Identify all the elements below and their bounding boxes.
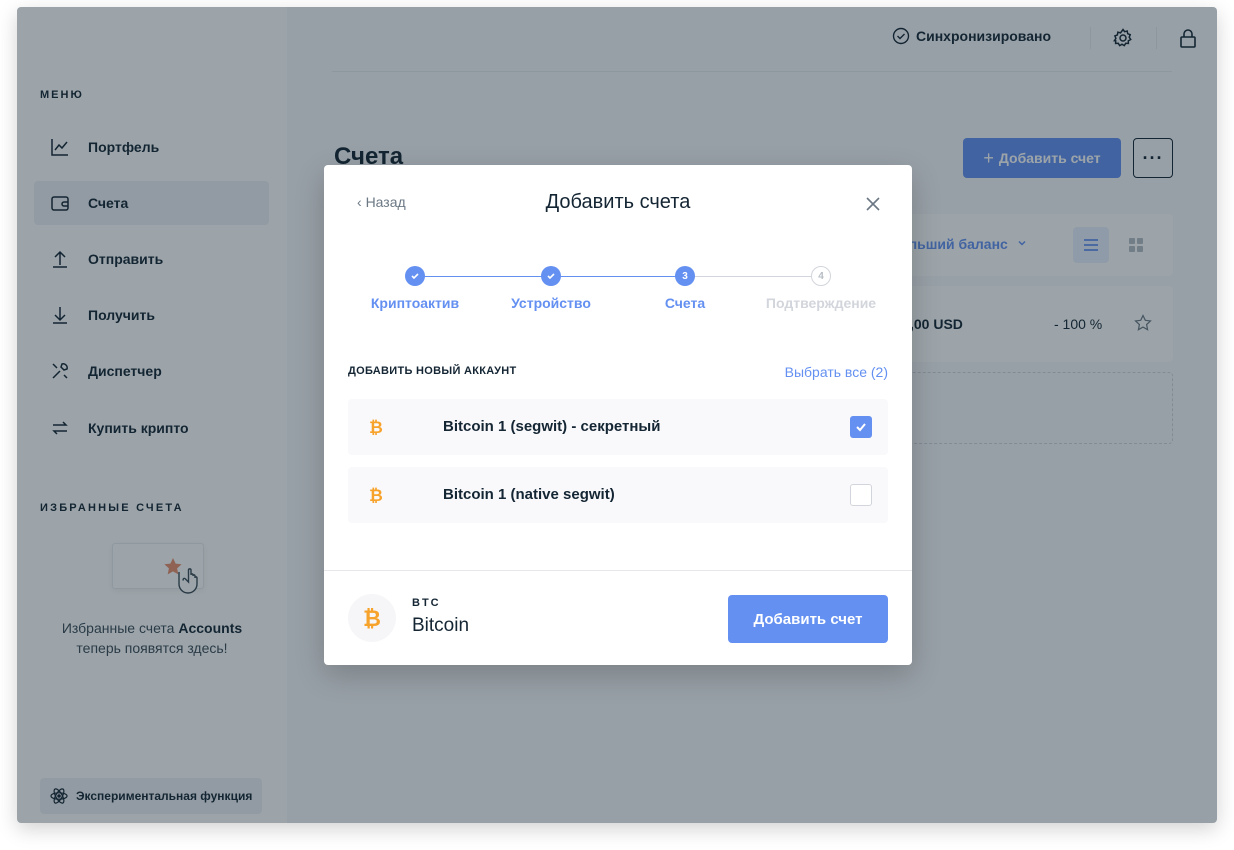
section-title: ДОБАВИТЬ НОВЫЙ АККАУНТ <box>348 365 517 377</box>
bitcoin-icon: ₿ <box>363 607 381 631</box>
bitcoin-icon: ₿ <box>369 418 383 437</box>
confirm-add-account-button[interactable]: Добавить счет <box>728 595 888 643</box>
step-3-dot: 3 <box>675 266 695 286</box>
account-option-row[interactable]: ₿ Bitcoin 1 (native segwit) <box>348 467 888 523</box>
step-3-label: Счета <box>664 295 706 311</box>
check-icon <box>411 273 419 280</box>
currency-ticker: BTC <box>412 597 441 609</box>
check-icon <box>856 423 866 432</box>
step-2-dot <box>541 266 561 286</box>
step-2-label: Устройство <box>511 295 591 311</box>
step-4-dot: 4 <box>811 266 831 286</box>
step-4-label: Подтверждение <box>765 295 877 311</box>
svg-text:₿: ₿ <box>363 607 381 631</box>
account-option-name: Bitcoin 1 (native segwit) <box>443 486 615 503</box>
close-icon[interactable] <box>864 195 882 213</box>
svg-text:₿: ₿ <box>369 418 383 437</box>
account-option-row[interactable]: ₿ Bitcoin 1 (segwit) - секретный <box>348 399 888 455</box>
currency-name: Bitcoin <box>412 615 470 636</box>
account-checkbox[interactable] <box>850 484 872 506</box>
account-option-name: Bitcoin 1 (segwit) - секретный <box>443 418 661 435</box>
step-1-dot <box>405 266 425 286</box>
stepper-pending-line <box>685 276 821 277</box>
select-all-link[interactable]: Выбрать все (2) <box>785 364 888 380</box>
bitcoin-icon: ₿ <box>369 486 383 505</box>
check-icon <box>547 273 555 280</box>
add-accounts-modal: ‹ Назад Добавить счета 3 4 Криптоактив У… <box>324 165 912 665</box>
account-checkbox[interactable] <box>850 416 872 438</box>
currency-avatar: ₿ <box>348 594 396 642</box>
svg-text:₿: ₿ <box>369 486 383 505</box>
modal-footer: ₿ BTC Bitcoin Добавить счет <box>324 570 912 665</box>
step-1-label: Криптоактив <box>370 295 460 311</box>
modal-title: Добавить счета <box>545 191 691 213</box>
